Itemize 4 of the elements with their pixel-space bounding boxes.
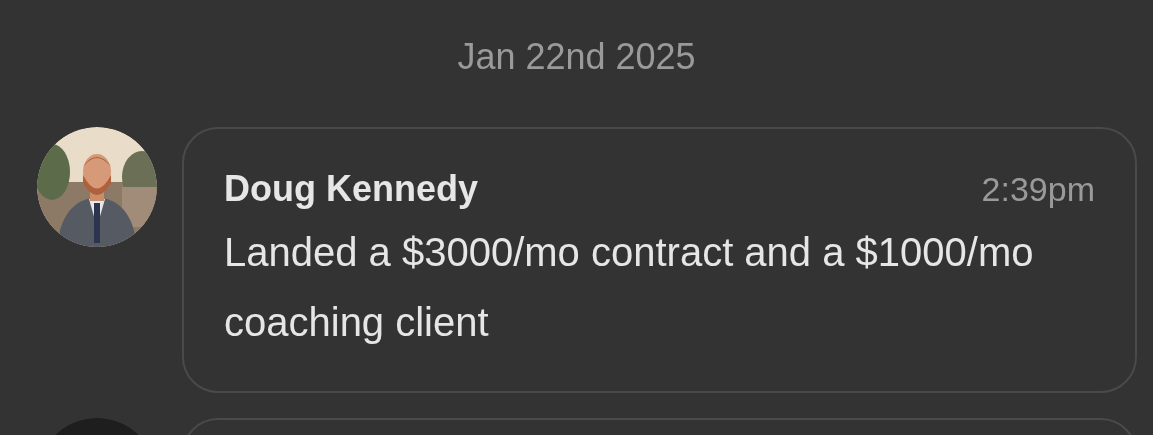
message-time: 2:39pm bbox=[981, 170, 1095, 209]
message-text: Landed a $3000/mo contract and a $1000/mo coaching client bbox=[224, 229, 1035, 346]
author-name: Doug Kennedy bbox=[224, 167, 478, 211]
date-divider: Jan 22nd 2025 bbox=[457, 37, 696, 77]
